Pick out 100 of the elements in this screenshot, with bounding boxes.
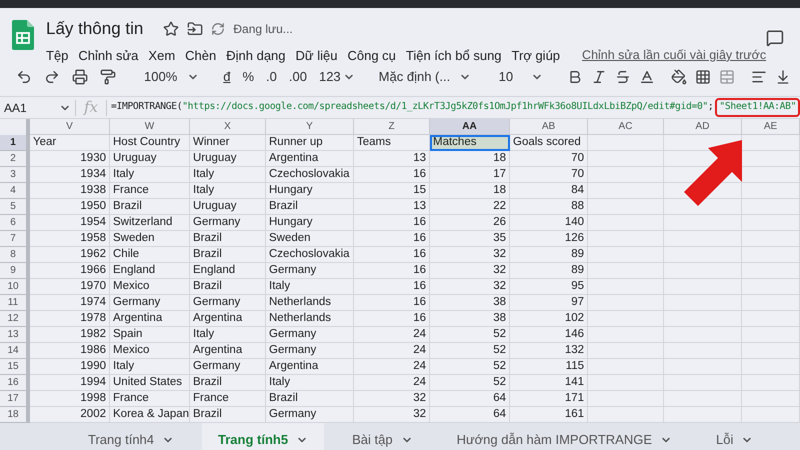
sheet-tab[interactable]: Hướng dẫn hàm IMPORTRANGE — [440, 423, 688, 450]
table-cell: 2002 — [30, 407, 110, 423]
font-size-dropdown[interactable]: 10 — [490, 67, 547, 87]
table-cell: Germany — [266, 327, 354, 343]
table-cell: 1974 — [30, 295, 110, 311]
table-cell: 141 — [510, 375, 588, 391]
table-cell: Switzerland — [110, 215, 190, 231]
menu-item[interactable]: Trợ giúp — [512, 46, 560, 65]
table-cell: 24 — [354, 359, 430, 375]
fill-color-icon[interactable] — [670, 69, 687, 85]
currency-button[interactable]: đ — [219, 67, 234, 87]
vertical-align-icon[interactable] — [774, 69, 791, 85]
table-cell: 16 — [354, 263, 430, 279]
menu-item[interactable]: Chèn — [185, 46, 216, 65]
table-cell: Teams — [354, 135, 430, 151]
table-cell: 32 — [354, 407, 430, 423]
row-number[interactable]: 1 — [0, 135, 30, 151]
strikethrough-icon[interactable] — [614, 69, 631, 85]
table-cell: 32 — [430, 263, 510, 279]
table-cell: 89 — [510, 247, 588, 263]
table-cell: 161 — [510, 407, 588, 423]
table-cell — [742, 183, 800, 199]
table-cell: Germany — [266, 263, 354, 279]
table-cell: Argentina — [110, 311, 190, 327]
table-cell: 97 — [510, 295, 588, 311]
saving-status: Đang lưu... — [233, 20, 293, 38]
table-cell: Brazil — [266, 391, 354, 407]
table-cell: 84 — [510, 183, 588, 199]
table-cell: 88 — [510, 199, 588, 215]
sheet-tab[interactable]: Bài tập — [336, 423, 429, 450]
table-cell: Argentina — [266, 151, 354, 167]
table-cell: Spain — [110, 327, 190, 343]
undo-icon[interactable] — [16, 69, 32, 85]
table-cell: France — [110, 391, 190, 407]
align-icon[interactable] — [750, 69, 767, 85]
sheet-tab[interactable]: Lỗi — [700, 423, 770, 450]
sheet-tab[interactable]: Trang tính4 — [72, 423, 190, 450]
decrease-decimal-button[interactable]: .0 — [262, 67, 281, 87]
menu-item[interactable]: Xem — [148, 46, 176, 65]
borders-icon[interactable] — [694, 69, 711, 85]
table-cell — [742, 391, 800, 407]
fx-label: fx — [82, 97, 100, 118]
table-cell: 132 — [510, 343, 588, 359]
table-cell: Germany — [266, 407, 354, 423]
table-cell: Hungary — [266, 215, 354, 231]
table-cell: Winner — [190, 135, 266, 151]
column-header[interactable]: AA — [430, 119, 510, 135]
redo-icon[interactable] — [44, 69, 60, 85]
table-cell: 24 — [354, 375, 430, 391]
table-cell: Brazil — [190, 375, 266, 391]
table-cell: Uruguay — [190, 199, 266, 215]
table-cell: 64 — [430, 391, 510, 407]
table-cell: 16 — [354, 167, 430, 183]
document-title[interactable]: Lấy thông tin — [46, 16, 144, 42]
table-cell: Runner up — [266, 135, 354, 151]
formula-input[interactable]: =IMPORTRANGE("https://docs.google.com/spreadsheets/d/1_zLKrT3Jg5kZ0fs1OmJpf1hrWFk36o8UILdxLbiBZpQ/edit#gid=0"; "Sheet1!AA:AB" — [111, 100, 798, 115]
star-icon[interactable] — [163, 20, 180, 37]
name-box[interactable]: AA1 — [0, 98, 75, 116]
sheet-tab[interactable]: Trang tính5 — [202, 423, 324, 450]
menu-item[interactable]: Tiện ích bổ sung — [406, 46, 502, 65]
table-cell: 38 — [430, 295, 510, 311]
zoom-dropdown[interactable]: 100% — [132, 67, 204, 87]
paint-format-icon[interactable] — [100, 69, 116, 85]
last-edit-link[interactable]: Chỉnh sửa lần cuối vài giây trước — [582, 46, 766, 65]
menu-item[interactable]: Chỉnh sửa — [78, 46, 138, 65]
table-cell: Brazil — [190, 247, 266, 263]
menu-item[interactable]: Dữ liệu — [296, 46, 338, 65]
menu-item[interactable]: Công cụ — [347, 46, 396, 65]
table-cell: France — [190, 391, 266, 407]
spreadsheet-logo-icon[interactable] — [12, 20, 34, 50]
menu-item[interactable]: Định dạng — [226, 46, 286, 65]
table-cell: 13 — [354, 151, 430, 167]
formula-range-text: "Sheet1!AA:AB" — [717, 100, 798, 115]
menu-item[interactable]: Tệp — [46, 46, 68, 65]
table-cell: 52 — [430, 343, 510, 359]
table-cell: 126 — [510, 231, 588, 247]
percent-button[interactable]: % — [238, 67, 258, 87]
table-cell: Italy — [266, 375, 354, 391]
table-cell: Host Country — [110, 135, 190, 151]
table-cell: 52 — [430, 375, 510, 391]
table-cell: Argentina — [190, 311, 266, 327]
number-format-dropdown[interactable]: 123 — [314, 67, 359, 87]
folder-icon[interactable] — [187, 20, 204, 37]
increase-decimal-button[interactable]: .00 — [284, 67, 311, 87]
table-cell: 18 — [430, 151, 510, 167]
table-cell: 22 — [430, 199, 510, 215]
table-cell: Argentina — [266, 359, 354, 375]
font-dropdown[interactable]: Mặc định (... — [374, 67, 475, 87]
text-color-icon[interactable] — [638, 69, 655, 85]
table-cell: 146 — [510, 327, 588, 343]
table-cell: Germany — [266, 343, 354, 359]
comments-icon[interactable] — [766, 28, 784, 48]
table-cell — [742, 343, 800, 359]
table-cell: England — [110, 263, 190, 279]
italic-icon[interactable] — [590, 69, 607, 85]
table-cell: 115 — [510, 359, 588, 375]
table-cell: 16 — [354, 231, 430, 247]
print-icon[interactable] — [72, 69, 88, 85]
table-cell: 1938 — [30, 183, 110, 199]
table-cell: United States — [110, 375, 190, 391]
